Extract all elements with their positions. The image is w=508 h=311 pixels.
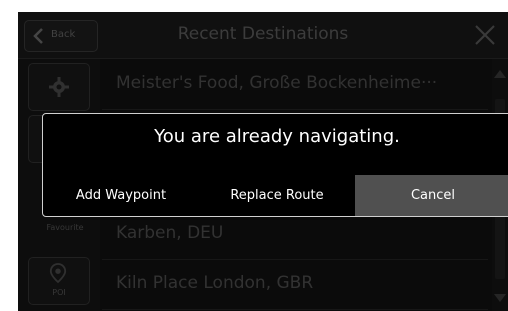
already-navigating-dialog: You are already navigating. Add Waypoint… — [42, 113, 508, 217]
replace-route-button[interactable]: Replace Route — [199, 175, 355, 216]
cancel-button[interactable]: Cancel — [355, 175, 508, 216]
dialog-message: You are already navigating. — [154, 126, 400, 147]
add-waypoint-button[interactable]: Add Waypoint — [43, 175, 199, 216]
navigation-screen: Back Recent Destinations Favourite POI M… — [18, 12, 508, 311]
